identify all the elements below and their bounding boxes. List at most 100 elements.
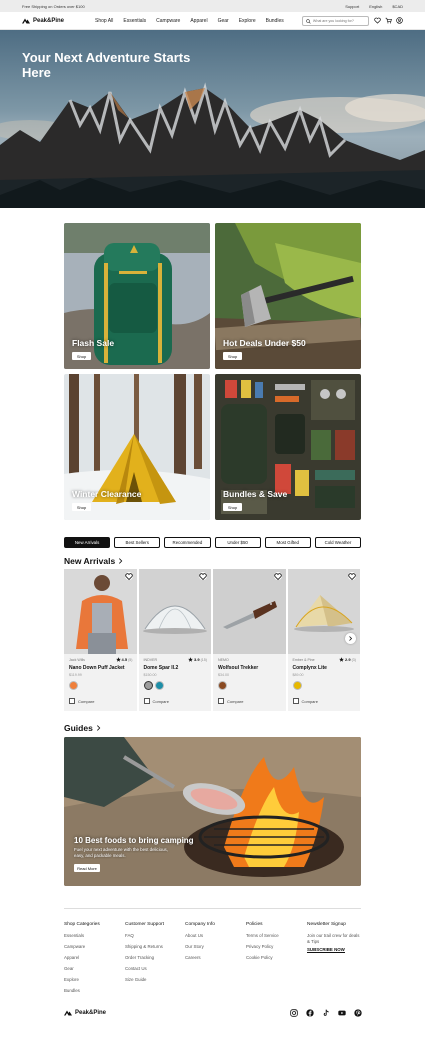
wishlist-button[interactable] xyxy=(273,572,282,580)
read-more-button[interactable]: Read More xyxy=(74,864,100,872)
wishlist-button[interactable] xyxy=(199,572,207,580)
compare-checkbox[interactable] xyxy=(143,698,150,704)
brand-logo[interactable]: Peak&Pine xyxy=(22,17,64,24)
guide-card[interactable]: 10 Best foods to bring camping Fuel your… xyxy=(64,737,361,886)
shop-button[interactable]: Shop xyxy=(223,352,242,360)
cart-icon[interactable] xyxy=(385,17,392,24)
footer-link[interactable]: Apparel xyxy=(64,955,100,966)
footer-link[interactable]: Shipping & Returns xyxy=(125,944,164,955)
product-name[interactable]: Wolfsoul Trekker xyxy=(218,665,258,671)
product-name[interactable]: Dome Spar II.2 xyxy=(144,665,179,671)
nav-item-campware[interactable]: Campware xyxy=(156,18,180,24)
product-card[interactable]: NEMO Wolfsoul Trekker $34.00 Compare xyxy=(213,569,286,711)
product-image xyxy=(138,569,211,654)
compare-label: Compare xyxy=(78,698,95,704)
wishlist-button[interactable] xyxy=(348,572,356,580)
color-swatch[interactable] xyxy=(69,681,78,690)
footer-column-policies: Policies Terms of Service Privacy Policy… xyxy=(246,922,279,966)
newsletter-title: Newsletter Signup xyxy=(307,922,346,927)
instagram-icon[interactable] xyxy=(290,1009,298,1017)
product-card[interactable]: Jack Wills 4.5 (5) Nano Down Puff Jacket … xyxy=(64,569,137,711)
product-price: $119.99 xyxy=(69,673,82,677)
pinterest-icon[interactable] xyxy=(354,1009,362,1017)
shop-button[interactable]: Shop xyxy=(72,352,91,360)
compare-toggle[interactable]: Compare xyxy=(143,698,169,704)
youtube-icon[interactable] xyxy=(338,1009,346,1017)
new-arrivals-heading[interactable]: New Arrivals xyxy=(64,556,123,566)
compare-toggle[interactable]: Compare xyxy=(69,698,94,704)
footer-column-title: Customer Support xyxy=(125,922,164,927)
nav-item-bundles[interactable]: Bundles xyxy=(266,18,284,24)
footer-link[interactable]: Size Guide xyxy=(125,977,164,988)
search-box[interactable] xyxy=(302,16,369,26)
footer-link[interactable]: Privacy Policy xyxy=(246,944,279,955)
footer-link[interactable]: Explore xyxy=(64,977,100,988)
product-name[interactable]: Nano Down Puff Jacket xyxy=(69,665,125,671)
shop-button[interactable]: Shop xyxy=(72,503,91,511)
subscribe-link[interactable]: SUBSCRIBE NOW xyxy=(307,947,345,954)
tab-under-50[interactable]: Under $50 xyxy=(214,537,261,548)
footer-link[interactable]: FAQ xyxy=(125,933,164,944)
footer-link[interactable]: Essentials xyxy=(64,933,100,944)
tab-new-arrivals[interactable]: New Arrivals xyxy=(64,537,111,548)
rating-count: (15) xyxy=(200,657,207,662)
footer-link[interactable]: Bundles xyxy=(64,988,100,999)
nav-item-essentials[interactable]: Essentials xyxy=(123,18,146,24)
footer-brand-logo[interactable]: Peak&Pine xyxy=(64,1009,106,1016)
footer-link[interactable]: Terms of Service xyxy=(246,933,279,944)
compare-checkbox[interactable] xyxy=(292,698,299,704)
footer-link[interactable]: Gear xyxy=(64,966,100,977)
facebook-icon[interactable] xyxy=(306,1009,314,1017)
tile-hot-deals[interactable]: Hot Deals Under $50 Shop xyxy=(215,223,361,369)
nav-item-explore[interactable]: Explore xyxy=(239,18,256,24)
product-name[interactable]: Complynx Lite xyxy=(293,665,327,671)
language-selector[interactable]: English xyxy=(369,4,382,9)
tile-flash-sale[interactable]: Flash Sale Shop xyxy=(64,223,210,369)
nav-item-shop-all[interactable]: Shop All xyxy=(95,18,113,24)
guides-heading[interactable]: Guides xyxy=(64,723,101,733)
product-card[interactable]: INDVER 3.9 (15) Dome Spar II.2 $150.00 Co… xyxy=(138,569,211,711)
nav-item-apparel[interactable]: Apparel xyxy=(190,18,207,24)
tile-winter-clearance[interactable]: Winter Clearance Shop xyxy=(64,374,210,520)
compare-checkbox[interactable] xyxy=(218,698,224,704)
tab-best-sellers[interactable]: Best Sellers xyxy=(114,537,161,548)
footer-divider xyxy=(64,908,361,909)
color-swatch[interactable] xyxy=(154,681,164,690)
promo-bar: Free Shipping on Orders over $100 Suppor… xyxy=(0,0,425,12)
carousel-next-button[interactable] xyxy=(345,633,356,644)
wishlist-button[interactable] xyxy=(124,572,133,580)
compare-toggle[interactable]: Compare xyxy=(218,698,243,704)
shop-button[interactable]: Shop xyxy=(223,503,242,511)
color-swatch[interactable] xyxy=(218,681,227,690)
wishlist-heart-icon[interactable] xyxy=(374,17,381,24)
tiktok-icon[interactable] xyxy=(322,1009,330,1017)
product-brand: Jack Wills xyxy=(69,658,85,662)
support-link[interactable]: Support xyxy=(345,4,359,9)
footer-link[interactable]: Our Story xyxy=(185,944,215,955)
compare-checkbox[interactable] xyxy=(69,698,75,704)
footer-link[interactable]: Contact Us xyxy=(125,966,164,977)
tab-cold-weather[interactable]: Cold Weather xyxy=(314,537,362,548)
footer-link[interactable]: Careers xyxy=(185,955,215,966)
tab-recommended[interactable]: Recommended xyxy=(164,537,211,548)
footer-link[interactable]: Order Tracking xyxy=(125,955,164,966)
heart-icon xyxy=(273,572,282,580)
tile-bundles-save[interactable]: Bundles & Save Shop xyxy=(215,374,361,520)
footer-column-customer-support: Customer Support FAQ Shipping & Returns … xyxy=(125,922,164,988)
search-input[interactable] xyxy=(312,19,368,23)
color-swatch[interactable] xyxy=(292,681,302,690)
currency-selector[interactable]: $CAD xyxy=(392,4,403,9)
tab-most-gifted[interactable]: Most Gifted xyxy=(264,537,311,548)
product-filter-tabs: New Arrivals Best Sellers Recommended Un… xyxy=(64,537,362,548)
product-carousel: Jack Wills 4.5 (5) Nano Down Puff Jacket … xyxy=(64,569,361,711)
color-swatch[interactable] xyxy=(143,681,153,690)
footer-link[interactable]: Cookie Policy xyxy=(246,955,279,966)
nav-item-gear[interactable]: Gear xyxy=(218,18,229,24)
footer-link[interactable]: Campware xyxy=(64,944,100,955)
compare-toggle[interactable]: Compare xyxy=(292,698,318,704)
nav-icons xyxy=(374,17,403,24)
rating-count: (5) xyxy=(128,657,133,662)
account-icon[interactable] xyxy=(396,17,403,24)
rating-value: 4.5 xyxy=(121,657,128,662)
footer-link[interactable]: About Us xyxy=(185,933,215,944)
